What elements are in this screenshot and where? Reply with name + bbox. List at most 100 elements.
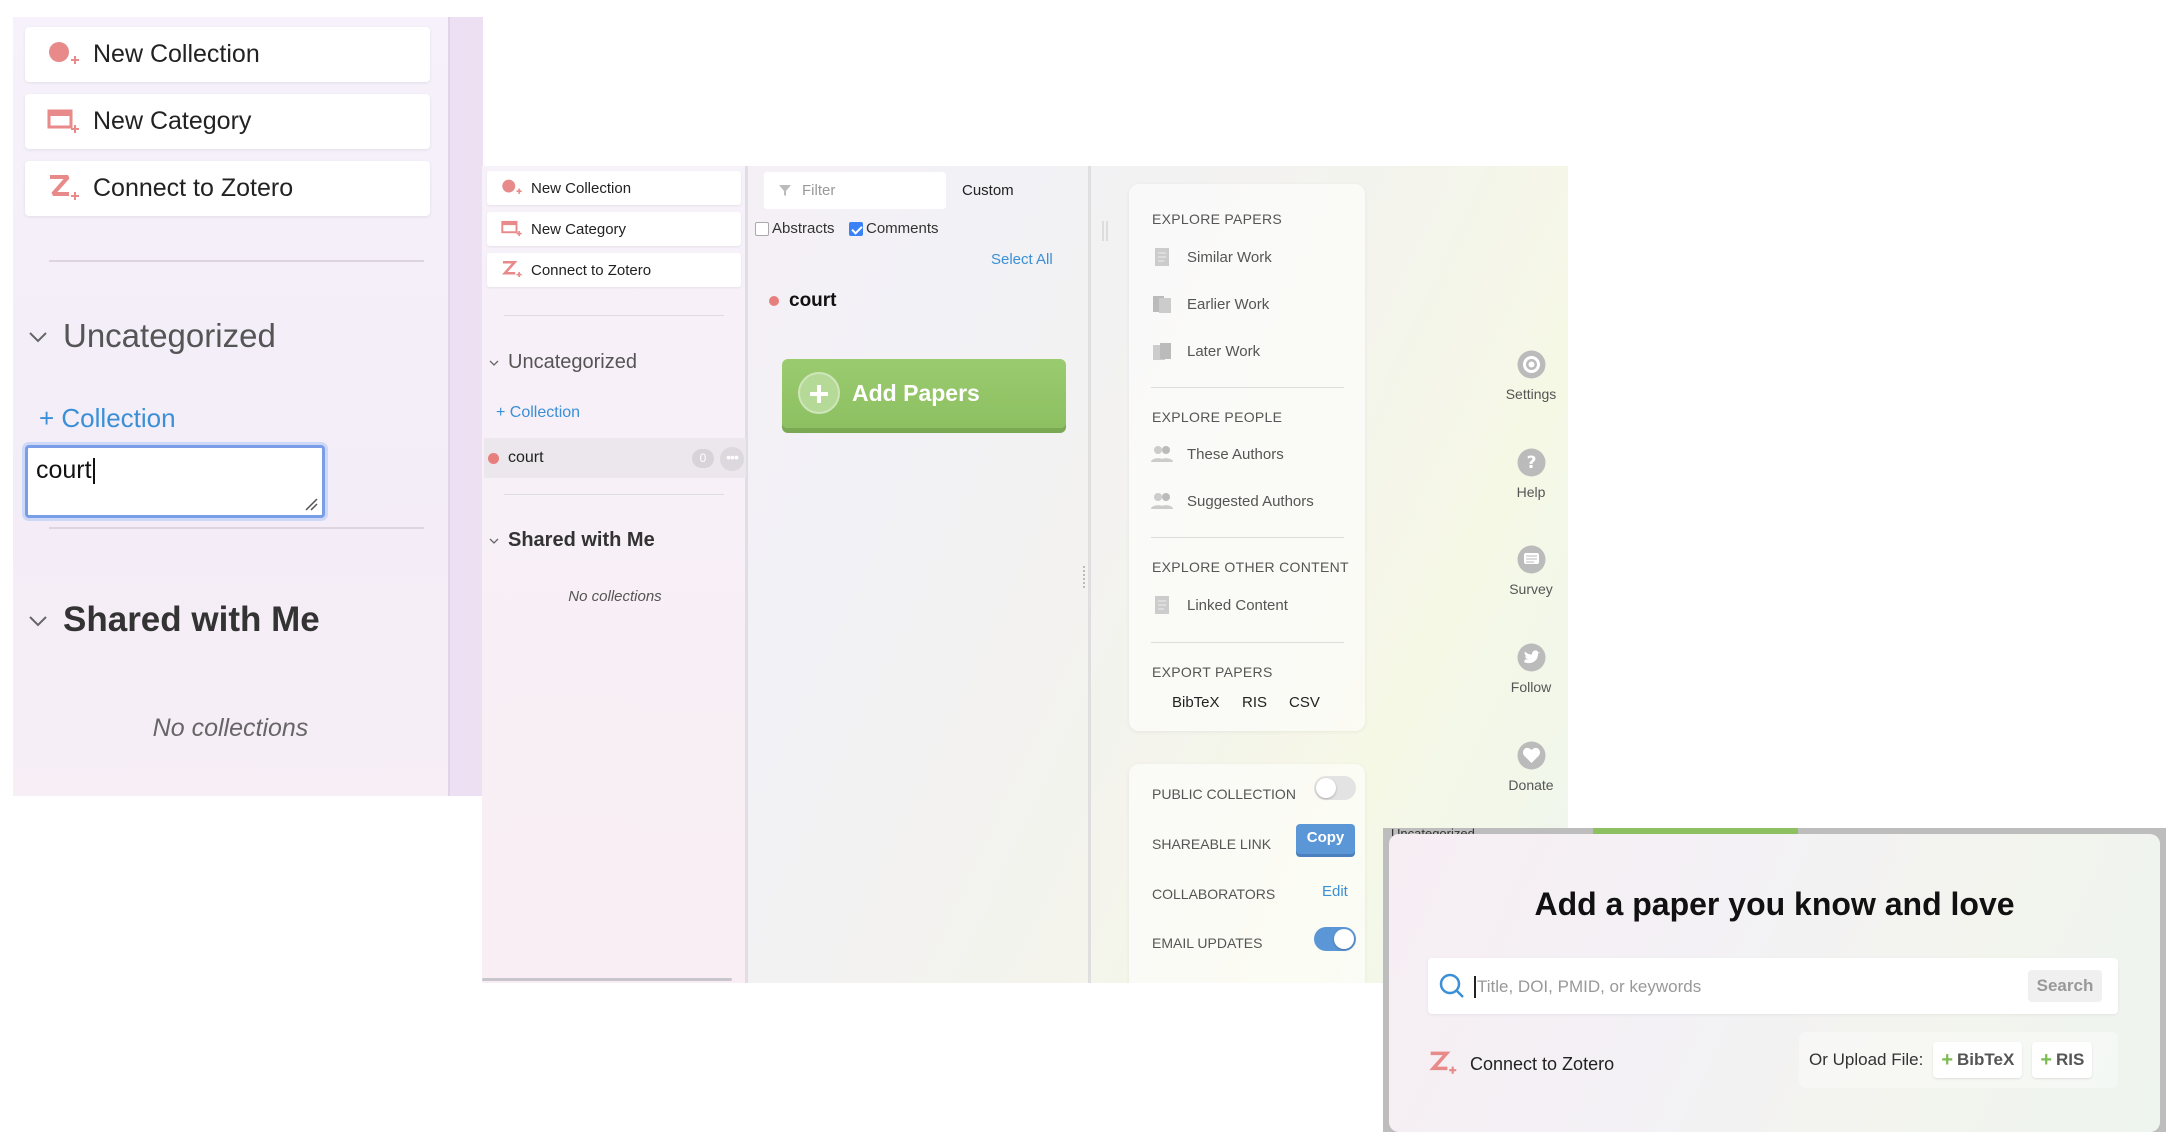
upload-label: Or Upload File: [1809, 1050, 1924, 1069]
uncategorized-heading[interactable]: Uncategorized [488, 351, 637, 374]
settings-menu-item[interactable]: Settings [1495, 349, 1567, 402]
add-paper-dialog: Add a paper you know and love Title, DOI… [1389, 834, 2160, 1132]
new-category-label: New Category [531, 220, 627, 238]
upload-bibtex-button[interactable]: + BibTeX [1933, 1042, 2023, 1078]
filter-placeholder: Filter [802, 182, 836, 199]
new-category-button[interactable]: New Category [487, 212, 741, 246]
divider [504, 494, 724, 495]
divider [1151, 642, 1344, 643]
shareable-link-label: SHAREABLE LINK [1152, 836, 1272, 852]
explore-panel: EXPLORE PAPERS Similar Work Earlier Work… [1129, 184, 1365, 731]
horizontal-scrollbar[interactable] [482, 978, 732, 981]
upload-file-group: Or Upload File: + BibTeX + RIS [1799, 1032, 2118, 1088]
public-collection-toggle[interactable] [1314, 776, 1356, 800]
abstracts-label: Abstracts [772, 220, 835, 237]
donate-label: Donate [1508, 777, 1554, 793]
zotero-z-icon [50, 175, 79, 200]
chat-bubble-icon [1517, 545, 1545, 574]
svg-text:?: ? [1526, 453, 1536, 473]
export-ris-link[interactable]: RIS [1242, 694, 1267, 711]
collaborators-label: COLLABORATORS [1152, 886, 1276, 902]
resize-handle[interactable] [1083, 566, 1085, 588]
circle-plus-icon [502, 179, 522, 194]
drag-handle[interactable] [1102, 221, 1108, 241]
document-icon [1155, 248, 1169, 266]
twitter-bird-icon [1517, 643, 1545, 672]
collection-title-text: court [789, 290, 837, 311]
divider [49, 260, 424, 262]
new-collection-label: New Collection [93, 40, 260, 68]
follow-menu-item[interactable]: Follow [1495, 642, 1567, 695]
email-updates-label: EMAIL UPDATES [1152, 935, 1263, 951]
filter-input[interactable]: Filter [764, 172, 946, 209]
select-all-link[interactable]: Select All [991, 251, 1053, 268]
collection-row-court[interactable]: court 0 ••• [484, 438, 746, 478]
survey-menu-item[interactable]: Survey [1495, 544, 1567, 597]
connect-zotero-link[interactable]: Connect to Zotero [1428, 1050, 1614, 1078]
donate-menu-item[interactable]: Donate [1495, 740, 1567, 793]
text-caret [1474, 976, 1476, 998]
no-collections-text: No collections [568, 588, 662, 605]
zoomed-sidebar-panel: New Collection New Category Connect to Z… [13, 17, 483, 796]
more-options-button[interactable]: ••• [720, 447, 744, 471]
export-bibtex-link[interactable]: BibTeX [1172, 694, 1220, 711]
divider [504, 315, 724, 316]
comments-checkbox[interactable]: Comments [849, 220, 939, 237]
survey-label: Survey [1509, 581, 1553, 597]
shared-with-me-heading[interactable]: Shared with Me [27, 600, 320, 640]
sidebar-edge [448, 17, 483, 796]
explore-people-heading: EXPLORE PEOPLE [1152, 409, 1283, 425]
new-collection-label: New Collection [531, 179, 632, 197]
search-button[interactable]: Search [2028, 970, 2102, 1002]
similar-work-link[interactable]: Similar Work [1151, 246, 1272, 268]
abstracts-checkbox[interactable]: Abstracts [755, 220, 835, 237]
ris-label: RIS [2056, 1050, 2085, 1069]
chevron-down-icon [489, 360, 499, 366]
email-updates-toggle[interactable] [1314, 927, 1356, 951]
connect-zotero-label: Connect to Zotero [93, 174, 294, 202]
add-collection-link[interactable]: + Collection [496, 404, 580, 422]
resize-grip-icon[interactable] [304, 497, 318, 511]
shared-with-me-label: Shared with Me [63, 600, 320, 639]
connect-zotero-button[interactable]: Connect to Zotero [487, 253, 741, 287]
add-papers-button[interactable]: Add Papers [782, 359, 1066, 428]
these-authors-link[interactable]: These Authors [1151, 443, 1284, 465]
public-collection-label: PUBLIC COLLECTION [1152, 786, 1296, 802]
earlier-work-link[interactable]: Earlier Work [1151, 293, 1269, 315]
explore-other-heading: EXPLORE OTHER CONTENT [1152, 559, 1349, 575]
chevron-down-icon [489, 538, 499, 544]
uncategorized-label: Uncategorized [508, 351, 637, 373]
circle-plus-icon [49, 42, 79, 64]
divider [1151, 537, 1344, 538]
comments-label: Comments [866, 220, 939, 237]
new-collection-button[interactable]: New Collection [25, 27, 430, 82]
linked-content-label: Linked Content [1187, 596, 1288, 614]
uncategorized-label: Uncategorized [63, 317, 276, 354]
add-collection-link[interactable]: + Collection [39, 403, 176, 434]
copy-link-button[interactable]: Copy [1296, 824, 1355, 854]
collection-title: court [769, 290, 837, 312]
later-work-link[interactable]: Later Work [1151, 340, 1260, 362]
suggested-authors-link[interactable]: Suggested Authors [1151, 490, 1314, 512]
zotero-z-icon [502, 260, 522, 278]
add-paper-dialog-panel: Uncategorized Add a paper you know and l… [1383, 828, 2166, 1132]
paper-search-input[interactable]: Title, DOI, PMID, or keywords Search [1428, 958, 2118, 1014]
documents-forward-icon [1153, 343, 1171, 360]
linked-content-link[interactable]: Linked Content [1151, 594, 1288, 616]
new-collection-button[interactable]: New Collection [487, 171, 741, 205]
add-papers-label: Add Papers [852, 380, 980, 406]
sort-dropdown[interactable]: Custom [962, 182, 1014, 199]
dialog-title: Add a paper you know and love [1534, 886, 2015, 922]
connect-zotero-label: Connect to Zotero [1470, 1053, 1615, 1074]
help-menu-item[interactable]: ? Help [1495, 447, 1567, 500]
shared-with-me-heading[interactable]: Shared with Me [488, 529, 655, 552]
connect-zotero-button[interactable]: Connect to Zotero [25, 161, 430, 216]
paper-count-badge: 0 [692, 449, 714, 468]
people-group-icon [1151, 493, 1173, 509]
new-collection-input[interactable]: court [25, 445, 325, 518]
edit-collaborators-link[interactable]: Edit [1322, 883, 1348, 900]
new-category-button[interactable]: New Category [25, 94, 430, 149]
export-csv-link[interactable]: CSV [1289, 694, 1320, 711]
uncategorized-heading[interactable]: Uncategorized [27, 317, 276, 355]
upload-ris-button[interactable]: + RIS [2032, 1042, 2093, 1078]
